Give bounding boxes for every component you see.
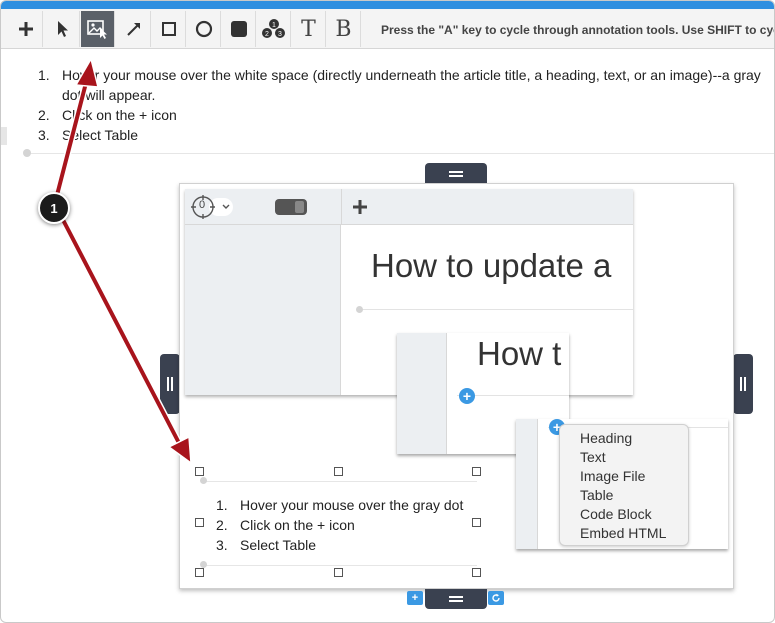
editor-window: 1 2 3 T B Press the "A" key to cycle thr… [0,0,775,623]
editor-toolbar: 0 [185,189,633,225]
right-resize-handle[interactable] [733,354,753,414]
instruction-list: 1. Hover your mouse over the white space … [38,65,774,145]
step-badge: 1 [38,192,70,224]
article-title: How to update a [371,247,612,284]
blur-tool-label: B [335,16,352,42]
popup-sidebar [397,333,447,454]
title-divider [361,309,633,310]
circle-tool-button[interactable] [187,11,221,47]
menu-item-image-file[interactable]: Image File [560,467,688,486]
arrow-icon [126,23,140,36]
toolbar-hint: Press the "A" key to cycle through annot… [381,23,774,37]
insert-menu: Heading Text Image File Table Code Block… [559,424,689,546]
block-divider [203,481,477,482]
gray-dot [356,306,363,313]
numbered-steps-tool-button[interactable]: 1 2 3 [257,11,291,47]
insert-dot[interactable] [23,149,31,157]
menu-item-heading[interactable]: Heading [560,429,688,448]
numbered-steps-icon: 1 2 3 [261,19,285,38]
square-icon [161,22,176,36]
pointer-tool-button[interactable] [46,11,80,47]
left-resize-handle[interactable] [160,354,180,414]
add-icon [353,200,367,214]
svg-text:1: 1 [272,22,276,29]
image-select-icon [86,20,107,39]
gray-dot [200,477,207,484]
title-strip [1,1,774,9]
resize-handle-top-left[interactable] [195,467,204,476]
list-item: 2. Click on the + icon [38,107,177,123]
list-item: 1. Hover your mouse over the white space … [38,67,761,103]
menu-item-text[interactable]: Text [560,448,688,467]
list-item: 3. Select Table [216,537,317,553]
add-tool-button[interactable] [9,11,43,47]
pointer-icon [57,21,68,37]
plus-circle-icon: + [459,388,475,404]
blur-tool-button[interactable]: B [327,11,361,47]
gear-counter: 0 [199,199,206,211]
resize-handle-bottom-left[interactable] [195,568,204,577]
popup-title: How t [477,335,562,372]
gray-dot [200,561,207,568]
text-tool-button[interactable]: T [292,11,326,47]
refresh-icon [492,593,500,602]
block-step-list: 1. Hover your mouse over the gray dot 2. C… [199,495,463,555]
toggle-icon [275,199,307,215]
list-item: 3. Select Table [38,127,139,143]
resize-handle-top[interactable] [334,467,343,476]
editor-sidebar [185,225,341,395]
gear-counter-icon [191,195,233,219]
square-tool-button[interactable] [152,11,186,47]
image-select-tool-button[interactable] [81,11,115,47]
left-gutter-mark [1,127,7,145]
resize-handle-bottom[interactable] [334,568,343,577]
plus-icon [18,22,33,36]
text-tool-label: T [301,16,316,42]
arrow-tool-button[interactable] [117,11,151,47]
filled-square-tool-button[interactable] [222,11,256,47]
refresh-button[interactable] [488,591,504,605]
list-item: 1. Hover your mouse over the gray dot [216,497,464,513]
section-divider [27,153,774,154]
svg-text:2: 2 [265,31,269,38]
resize-handle-right[interactable] [472,518,481,527]
menu-item-code-block[interactable]: Code Block [560,505,688,524]
block-divider [203,565,477,566]
resize-handle-bottom-right[interactable] [472,568,481,577]
bottom-resize-handle[interactable] [425,589,487,609]
filled-square-icon [230,21,247,37]
toolbar-divider [341,189,342,225]
add-block-button[interactable]: + [407,591,423,605]
list-item: 2. Click on the + icon [216,517,355,533]
resize-handle-top-right[interactable] [472,467,481,476]
menu-item-embed-html[interactable]: Embed HTML [560,524,688,543]
top-resize-handle[interactable] [425,163,487,185]
menu-item-table[interactable]: Table [560,486,688,505]
circle-icon [195,20,212,38]
menu-sidebar [516,419,538,549]
svg-text:3: 3 [278,31,282,38]
